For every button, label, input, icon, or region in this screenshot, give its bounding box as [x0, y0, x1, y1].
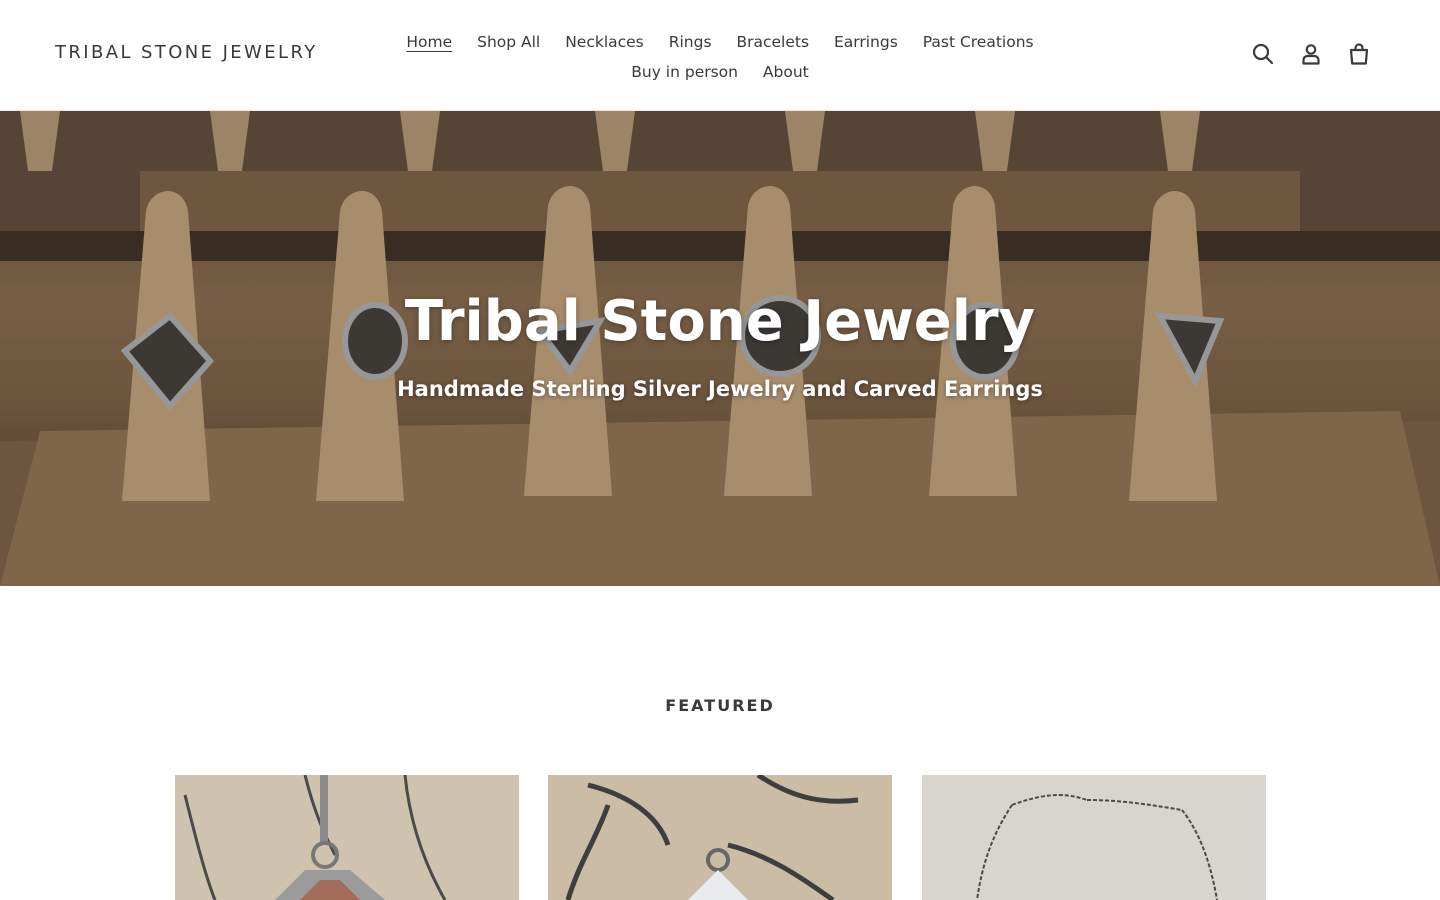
- site-header: TRIBAL STONE JEWELRY Home Shop All Neckl…: [0, 0, 1440, 111]
- product-card[interactable]: [548, 775, 892, 900]
- nav-link-bracelets[interactable]: Bracelets: [736, 33, 809, 51]
- hero-title: Tribal Stone Jewelry: [404, 289, 1036, 354]
- nav-link-buy-in-person[interactable]: Buy in person: [631, 63, 738, 81]
- featured-heading: FEATURED: [665, 696, 775, 715]
- hero-subtitle: Handmade Sterling Silver Jewelry and Car…: [397, 377, 1043, 401]
- chain-necklace-photo: [922, 775, 1266, 900]
- nav-link-about[interactable]: About: [763, 63, 809, 81]
- site-logo-link[interactable]: TRIBAL STONE JEWELRY: [55, 42, 318, 63]
- cart-icon[interactable]: [1346, 40, 1372, 68]
- nav-row-primary: Home Shop All Necklaces Rings Bracelets …: [380, 27, 1060, 57]
- main-nav: Home Shop All Necklaces Rings Bracelets …: [380, 27, 1060, 87]
- product-card[interactable]: [175, 775, 519, 900]
- search-icon[interactable]: [1250, 40, 1276, 68]
- nav-link-shop-all[interactable]: Shop All: [477, 33, 540, 51]
- nav-link-past-creations[interactable]: Past Creations: [923, 33, 1034, 51]
- necklace-pendant-photo: [548, 775, 892, 900]
- hero-banner: Tribal Stone Jewelry Handmade Sterling S…: [0, 111, 1440, 586]
- nav-link-home[interactable]: Home: [406, 33, 452, 51]
- header-icons: [1250, 40, 1372, 68]
- nav-row-secondary: Buy in person About: [380, 57, 1060, 87]
- nav-link-rings[interactable]: Rings: [669, 33, 712, 51]
- necklace-pendant-photo: [175, 775, 519, 900]
- account-icon[interactable]: [1298, 40, 1324, 68]
- nav-link-earrings[interactable]: Earrings: [834, 33, 898, 51]
- product-card[interactable]: [922, 775, 1266, 900]
- nav-link-necklaces[interactable]: Necklaces: [565, 33, 644, 51]
